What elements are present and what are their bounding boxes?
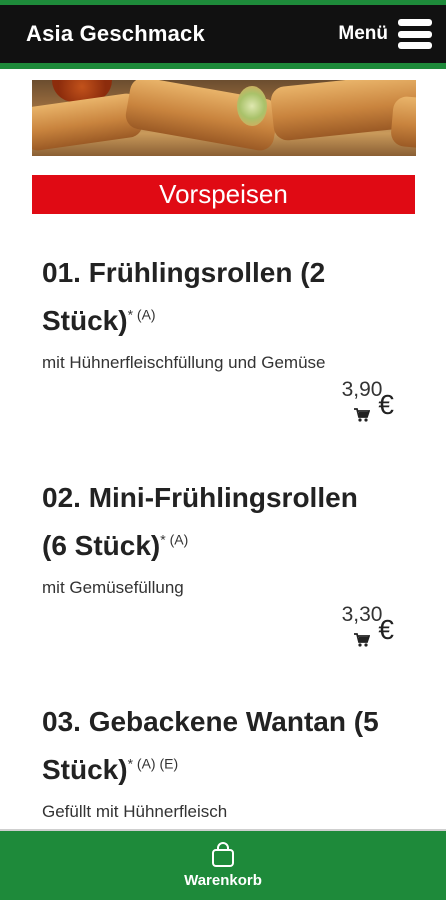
item-description: mit Gemüsefüllung: [42, 578, 184, 597]
allergen-mark: * (A): [127, 306, 156, 323]
item-title-line1: 03. Gebackene Wantan (5: [42, 706, 379, 737]
item-description: Gefüllt mit Hühnerfleisch: [42, 802, 228, 821]
section-title: Vorspeisen: [32, 175, 415, 214]
app-header: Asia Geschmack Menü: [0, 5, 446, 63]
allergen-mark: * (A) (E): [127, 755, 179, 772]
item-description: mit Hühnerfleischfüllung und Gemüse: [42, 353, 326, 372]
item-title: 03. Gebackene Wantan (5 Stück)* (A) (E): [42, 698, 412, 794]
currency-symbol: €: [378, 389, 394, 420]
shopping-bag-icon: [212, 842, 234, 867]
currency-symbol: €: [378, 614, 394, 645]
item-title: 01. Frühlingsrollen (2 Stück)* (A): [42, 249, 412, 345]
menu-item[interactable]: 02. Mini-Frühlingsrollen (6 Stück)* (A) …: [42, 474, 412, 600]
item-title-line1: 01. Frühlingsrollen (2: [42, 257, 326, 288]
menu-button[interactable]: Menü: [338, 19, 432, 49]
menu-label: Menü: [338, 23, 388, 44]
item-title-line2: (6 Stück): [42, 530, 161, 561]
item-title-line1: 02. Mini-Frühlingsrollen: [42, 482, 358, 513]
item-title-line2: Stück): [42, 754, 128, 785]
cart-icon: [354, 408, 370, 422]
allergen-mark: * (A): [160, 531, 189, 548]
cart-footer-button[interactable]: Warenkorb: [0, 831, 446, 900]
item-title-line2: Stück): [42, 305, 128, 336]
menu-item[interactable]: 01. Frühlingsrollen (2 Stück)* (A) mit H…: [42, 249, 412, 375]
item-title: 02. Mini-Frühlingsrollen (6 Stück)* (A): [42, 474, 412, 570]
cart-icon: [354, 633, 370, 647]
menu-item[interactable]: 03. Gebackene Wantan (5 Stück)* (A) (E) …: [42, 698, 412, 824]
hamburger-icon: [398, 19, 432, 49]
cart-label: Warenkorb: [184, 872, 262, 889]
app-title: Asia Geschmack: [26, 21, 205, 46]
category-banner-image: [32, 80, 416, 156]
header-accent-line: [0, 63, 446, 69]
